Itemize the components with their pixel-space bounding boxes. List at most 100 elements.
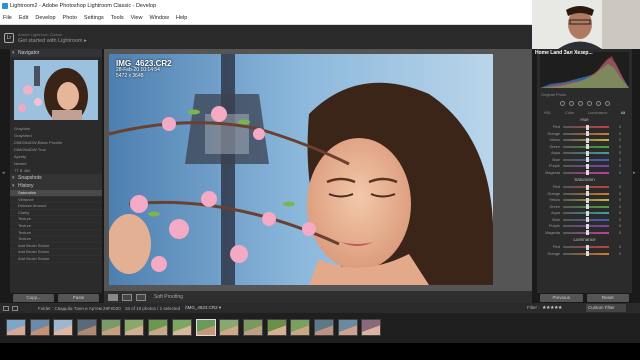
saturation-slider-track[interactable] (563, 230, 609, 236)
current-file[interactable]: /IMG_4623.CR2 ▾ (185, 305, 221, 311)
luminance-slider-row[interactable]: Orange 0 (537, 251, 632, 258)
saturation-slider-track[interactable] (563, 210, 609, 216)
history-item[interactable]: Saturation (10, 190, 102, 197)
preset-item[interactable]: Grayhired (14, 132, 102, 139)
compare-view-button[interactable] (122, 293, 132, 301)
filmstrip-thumbnail[interactable] (266, 319, 287, 336)
saturation-slider-knob[interactable] (586, 191, 589, 197)
preset-item[interactable]: Ayenty (14, 153, 102, 160)
filmstrip-thumbnail[interactable] (124, 319, 145, 336)
histogram[interactable] (540, 52, 629, 88)
filmstrip-thumbnail[interactable] (290, 319, 311, 336)
saturation-slider-track[interactable] (563, 223, 609, 229)
brush-tool-icon[interactable] (604, 100, 610, 106)
saturation-slider-knob[interactable] (586, 184, 589, 190)
paste-settings-button[interactable]: Paste (58, 294, 99, 302)
grid-view-icon[interactable] (3, 305, 9, 311)
filmstrip-thumbnail[interactable] (6, 319, 26, 336)
filmstrip-thumbnail[interactable] (219, 319, 240, 336)
luminance-slider-track[interactable] (563, 251, 609, 257)
menu-edit[interactable]: Edit (19, 15, 28, 21)
history-item[interactable]: Add Brush Stroke (10, 243, 102, 250)
luminance-slider-knob[interactable] (586, 251, 589, 257)
menu-tools[interactable]: Tools (111, 15, 124, 21)
get-started-link[interactable]: Get started with Lightroom ▸ (18, 38, 87, 44)
hue-slider-track[interactable] (563, 137, 609, 143)
luminance-slider-track[interactable] (563, 244, 609, 250)
hue-slider-track[interactable] (563, 131, 609, 137)
saturation-slider-track[interactable] (563, 184, 609, 190)
history-item[interactable]: Vibrance (10, 197, 102, 204)
filmstrip-thumbnail[interactable] (337, 319, 358, 336)
history-item[interactable]: Clarity (10, 210, 102, 217)
reset-button[interactable]: Reset (586, 294, 629, 302)
second-window-icon[interactable] (12, 305, 18, 311)
navigator-preview[interactable] (14, 60, 98, 120)
rating-filter[interactable]: ★★★★★ (542, 305, 562, 311)
image-canvas[interactable]: IMG_4623.CR2 28-Feb-20 10:14:54 5472 x 3… (104, 49, 532, 291)
hue-slider-track[interactable] (563, 150, 609, 156)
preset-item[interactable]: Grayhirle (14, 125, 102, 132)
menu-file[interactable]: File (3, 15, 12, 21)
menu-develop[interactable]: Develop (35, 15, 55, 21)
graduated-filter-icon[interactable] (586, 100, 592, 106)
saturation-slider-track[interactable] (563, 217, 609, 223)
history-item[interactable]: Texture (10, 230, 102, 237)
saturation-slider-knob[interactable] (586, 217, 589, 223)
filmstrip-thumbnail[interactable] (148, 319, 169, 336)
filmstrip-thumbnail[interactable] (53, 319, 74, 336)
previous-button[interactable]: Previous (540, 294, 583, 302)
filmstrip-thumbnail[interactable] (100, 319, 121, 336)
preset-item[interactable]: TT B 460 (14, 167, 102, 174)
saturation-slider-knob[interactable] (586, 230, 589, 236)
loupe-view-button[interactable] (108, 293, 118, 301)
menu-help[interactable]: Help (176, 15, 187, 21)
folder-path[interactable]: Folder : Свадьба Таня и Артем 28Feb20 (38, 306, 121, 311)
history-item[interactable]: Dehaze Amount (10, 203, 102, 210)
saturation-slider-knob[interactable] (586, 197, 589, 203)
hue-slider-knob[interactable] (586, 157, 589, 163)
saturation-slider-knob[interactable] (586, 210, 589, 216)
preset-item[interactable]: DIMONADW-Blanc Proxiile (14, 139, 102, 146)
luminance-slider-knob[interactable] (586, 244, 589, 250)
hue-slider-knob[interactable] (586, 137, 589, 143)
history-item[interactable]: Add Brush Stroke (10, 256, 102, 263)
menu-window[interactable]: Window (149, 15, 169, 21)
hue-slider-track[interactable] (563, 163, 609, 169)
hue-slider-track[interactable] (563, 124, 609, 130)
copy-settings-button[interactable]: Copy... (13, 294, 54, 302)
hue-slider-track[interactable] (563, 157, 609, 163)
filmstrip-thumbnail[interactable] (77, 319, 98, 336)
left-panel-toggle-icon[interactable]: ◂ (2, 170, 5, 176)
saturation-slider-track[interactable] (563, 191, 609, 197)
hue-slider-knob[interactable] (586, 124, 589, 130)
filmstrip-thumbnail[interactable] (242, 319, 263, 336)
hue-slider-track[interactable] (563, 144, 609, 150)
saturation-slider-knob[interactable] (586, 223, 589, 229)
tab-hsl[interactable]: HSL (544, 110, 552, 116)
navigator-header[interactable]: Navigator (10, 49, 102, 57)
hue-slider-knob[interactable] (586, 131, 589, 137)
history-item[interactable]: Texture (10, 216, 102, 223)
filmstrip-thumbnail[interactable] (195, 319, 216, 336)
filmstrip-thumbnail[interactable] (29, 319, 50, 336)
history-header[interactable]: History (10, 182, 102, 190)
custom-filter-dropdown[interactable]: Custom Filter (586, 304, 626, 312)
history-item[interactable]: Add Brush Stroke (10, 249, 102, 256)
before-after-button[interactable] (136, 293, 146, 301)
snapshots-header[interactable]: Snapshots (10, 174, 102, 182)
filmstrip-thumbnail[interactable] (313, 319, 334, 336)
crop-tool-icon[interactable] (559, 100, 565, 106)
spot-removal-icon[interactable] (568, 100, 574, 106)
preset-item[interactable]: DIMONADW-True (14, 146, 102, 153)
hue-slider-knob[interactable] (586, 150, 589, 156)
tab-luminance[interactable]: Luminance (588, 110, 608, 116)
tab-all[interactable]: All (621, 110, 625, 116)
soft-proofing-toggle[interactable]: Soft Proofing (154, 294, 183, 300)
history-item[interactable]: Texture (10, 223, 102, 230)
red-eye-icon[interactable] (577, 100, 583, 106)
menu-settings[interactable]: Settings (84, 15, 104, 21)
filmstrip-thumbnail[interactable] (171, 319, 192, 336)
main-photo[interactable]: IMG_4623.CR2 28-Feb-20 10:14:54 5472 x 3… (109, 54, 493, 285)
hue-slider-knob[interactable] (586, 144, 589, 150)
